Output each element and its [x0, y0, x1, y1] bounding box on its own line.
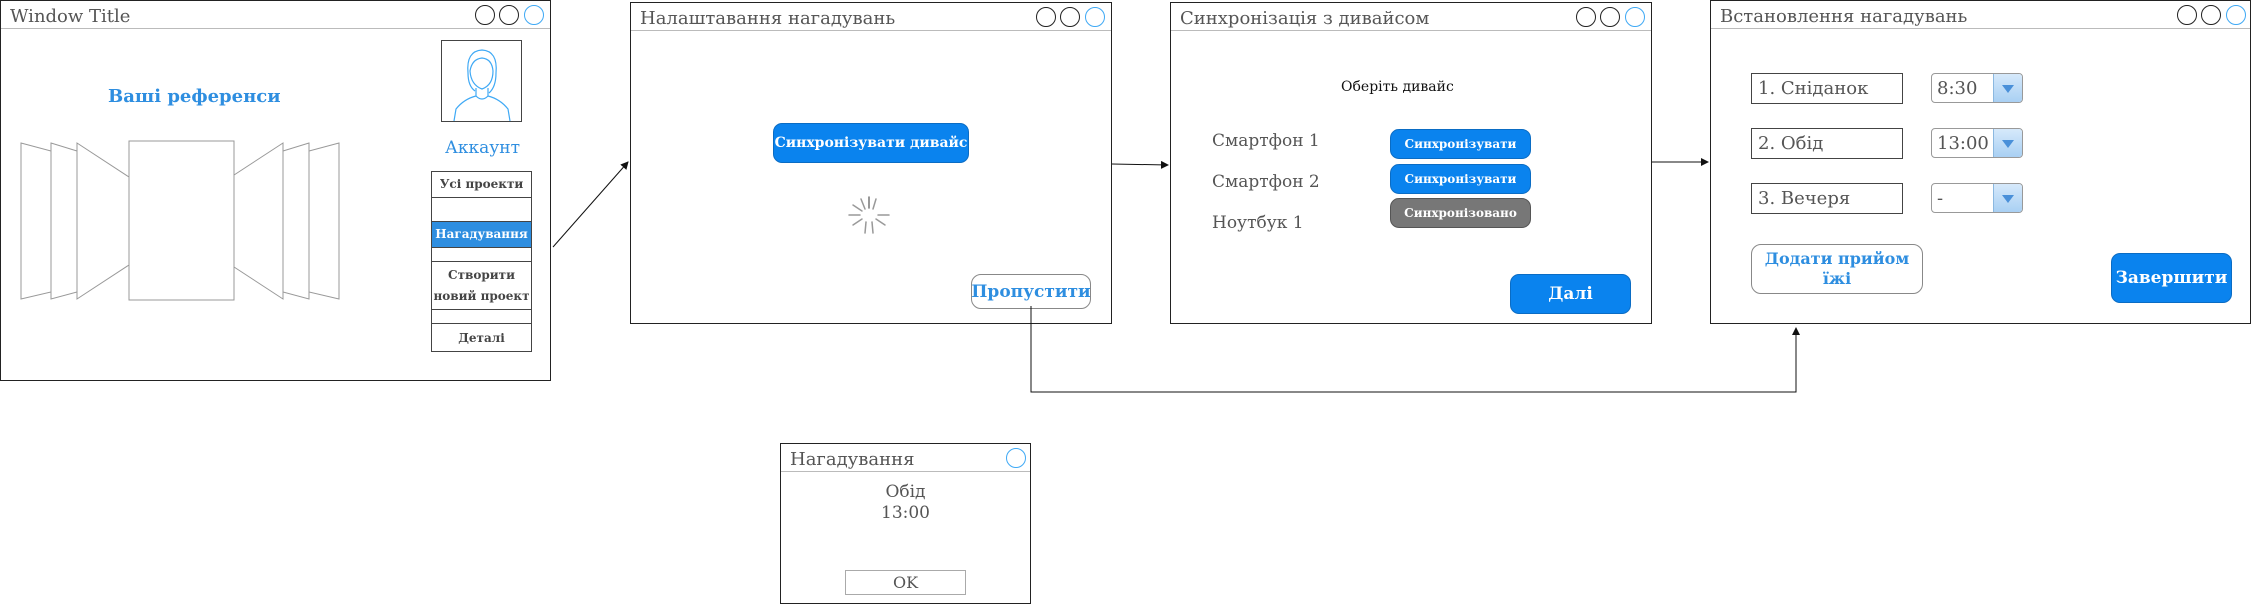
- flow-arrow-2-to-3: [1111, 160, 1169, 169]
- flow-connectors: [552, 158, 1800, 393]
- flow-arrow-1-to-2: [552, 161, 629, 248]
- flow-arrow-skip-to-4: [1030, 306, 1800, 393]
